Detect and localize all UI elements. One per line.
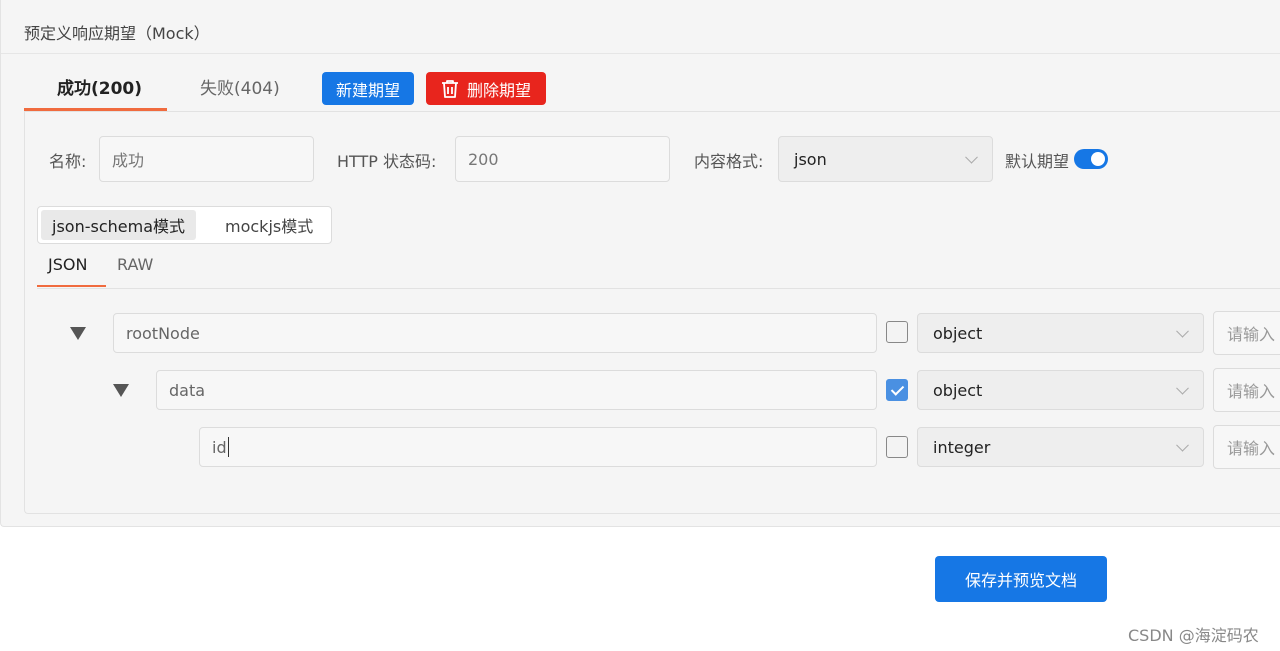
type-value: integer: [933, 437, 991, 457]
chevron-down-icon: [965, 150, 978, 164]
active-subtab-indicator: [37, 285, 106, 287]
content-format-select[interactable]: json: [778, 136, 993, 182]
content-format-value: json: [794, 149, 827, 169]
default-expectation-toggle[interactable]: [1074, 149, 1108, 169]
watermark: CSDN @海淀码农: [1128, 626, 1259, 645]
description-placeholder: 请输入: [1227, 325, 1276, 344]
save-and-preview-label: 保存并预览文档: [964, 571, 1077, 590]
required-checkbox[interactable]: [886, 436, 908, 458]
toggle-knob: [1091, 152, 1105, 166]
schema-node-name: id: [212, 437, 227, 457]
tab-fail[interactable]: 失败(404): [200, 74, 280, 99]
name-value: 成功: [112, 151, 145, 170]
delete-expectation-label: 删除期望: [466, 80, 531, 100]
trash-icon: [441, 79, 458, 98]
type-value: object: [933, 380, 983, 400]
mock-expectation-panel: 预定义响应期望（Mock） 成功(200) 失败(404) 新建期望 删除期望 …: [0, 0, 1280, 527]
mode-json-schema[interactable]: json-schema模式: [41, 210, 196, 240]
schema-node-name: data: [169, 380, 206, 400]
tab-success[interactable]: 成功(200): [57, 74, 142, 99]
type-select[interactable]: object: [917, 313, 1204, 353]
delete-expectation-button[interactable]: 删除期望: [426, 72, 546, 105]
chevron-down-icon: [1176, 381, 1189, 395]
required-checkbox[interactable]: [886, 379, 908, 401]
type-select[interactable]: integer: [917, 427, 1204, 467]
description-field[interactable]: 请输入: [1213, 311, 1280, 355]
schema-node-name-field[interactable]: rootNode: [113, 313, 877, 353]
schema-node-name-field[interactable]: id: [199, 427, 877, 467]
type-select[interactable]: object: [917, 370, 1204, 410]
description-field[interactable]: 请输入: [1213, 425, 1280, 469]
description-placeholder: 请输入: [1227, 382, 1276, 401]
name-field[interactable]: 成功: [99, 136, 314, 182]
text-cursor: [227, 437, 229, 457]
chevron-down-icon: [1176, 324, 1189, 338]
tab-json[interactable]: JSON: [48, 255, 87, 274]
tab-raw[interactable]: RAW: [117, 255, 153, 274]
status-code-value: 200: [468, 149, 499, 169]
status-code-label: HTTP 状态码:: [337, 152, 437, 171]
divider: [1, 53, 1280, 54]
required-checkbox[interactable]: [886, 321, 908, 343]
schema-node-name-field[interactable]: data: [156, 370, 877, 410]
schema-node-name: rootNode: [126, 323, 200, 343]
mode-switch: json-schema模式 mockjs模式: [37, 206, 332, 244]
panel-title: 预定义响应期望（Mock）: [24, 24, 210, 43]
status-code-field[interactable]: 200: [455, 136, 670, 182]
mode-mockjs[interactable]: mockjs模式: [214, 210, 324, 240]
new-expectation-label: 新建期望: [335, 80, 400, 100]
description-placeholder: 请输入: [1227, 439, 1276, 458]
save-and-preview-button[interactable]: 保存并预览文档: [935, 556, 1107, 602]
content-format-label: 内容格式:: [694, 152, 764, 171]
description-field[interactable]: 请输入: [1213, 368, 1280, 412]
type-value: object: [933, 323, 983, 343]
collapse-triangle-icon[interactable]: [113, 384, 129, 397]
default-expectation-label: 默认期望: [1005, 152, 1070, 171]
divider: [37, 288, 1280, 289]
name-label: 名称:: [49, 152, 87, 171]
new-expectation-button[interactable]: 新建期望: [322, 72, 414, 105]
collapse-triangle-icon[interactable]: [70, 327, 86, 340]
chevron-down-icon: [1176, 438, 1189, 452]
